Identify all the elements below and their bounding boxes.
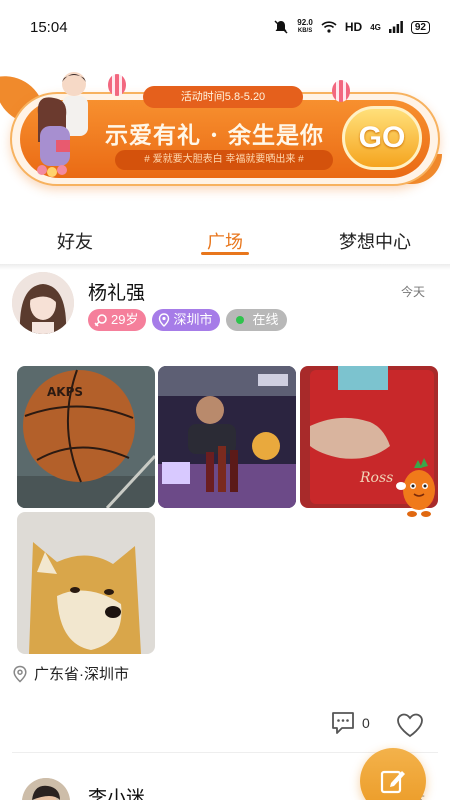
network-speed-unit: KB/S [297, 28, 313, 34]
banner-headline: 示爱有礼 · 余生是你 [105, 122, 325, 149]
carrot-mascot-icon[interactable] [396, 456, 442, 520]
gender-icon [94, 314, 107, 327]
hd-label: HD [344, 20, 363, 34]
online-tag-label: 在线 [252, 312, 279, 327]
mute-bell-icon [274, 20, 288, 34]
compose-button[interactable] [360, 748, 426, 800]
post-location-label: 广东省·深圳市 [34, 666, 129, 683]
tab-dream-center[interactable]: 梦想中心 [300, 218, 450, 264]
signal-label: 4G [370, 22, 381, 32]
tab-friends[interactable]: 好友 [0, 218, 150, 264]
comment-button[interactable]: 0 [330, 710, 370, 736]
svg-text:Ross: Ross [359, 470, 393, 486]
banner-go-button[interactable]: GO [342, 106, 422, 170]
avatar[interactable] [12, 272, 74, 334]
age-tag: 29岁 [88, 309, 147, 331]
post-username[interactable]: 杨礼强 [88, 278, 145, 305]
heart-icon[interactable] [396, 712, 424, 738]
balloon-icon [332, 80, 350, 102]
avatar[interactable] [22, 778, 70, 800]
battery-indicator: 92 [410, 20, 430, 34]
signal-bars-icon [388, 21, 403, 33]
status-bar: 15:04 92.0 KB/S HD 4G 92 [0, 0, 450, 54]
tab-bar-divider [0, 264, 450, 270]
tab-bar: 好友 广场 梦想中心 [0, 218, 450, 264]
post-location: 广东省·深圳市 [12, 663, 129, 684]
online-tag: 在线 [226, 309, 287, 331]
comment-count: 0 [362, 715, 370, 731]
tab-square[interactable]: 广场 [150, 218, 300, 264]
post-photo-basketball[interactable]: AKPS [17, 366, 155, 508]
city-tag-label: 深圳市 [173, 312, 213, 327]
banner-subline: # 爱就要大胆表白 幸福就要晒出来 # [115, 150, 333, 170]
post-timestamp: 今天 [400, 285, 425, 299]
promo-banner[interactable]: 活动时间5.8-5.20 示爱有礼 · 余生是你 # 爱就要大胆表白 幸福就要晒… [0, 62, 450, 197]
avatar-image [12, 272, 74, 334]
avatar-image [22, 778, 70, 800]
comment-icon[interactable] [330, 710, 356, 736]
balloon-icon [108, 74, 126, 96]
edit-icon [380, 770, 405, 794]
status-time: 15:04 [30, 18, 68, 36]
svg-text:AKPS: AKPS [47, 385, 83, 399]
couple-illustration-icon [37, 72, 88, 177]
location-pin-icon [13, 665, 27, 682]
location-pin-icon [159, 313, 170, 327]
post-photo-bar[interactable] [158, 366, 296, 508]
status-icons: 92.0 KB/S HD 4G 92 [273, 19, 430, 35]
post-username[interactable]: 李小迷 [88, 783, 145, 800]
post-photo-doge[interactable] [17, 512, 155, 654]
network-speed-value: 92.0 [297, 18, 313, 27]
network-speed: 92.0 KB/S [297, 19, 313, 35]
online-dot-icon [236, 316, 245, 324]
city-tag: 深圳市 [152, 309, 221, 331]
age-tag-label: 29岁 [111, 312, 139, 327]
wifi-icon [321, 21, 337, 33]
banner-period: 活动时间5.8-5.20 [143, 86, 303, 108]
user-tags: 29岁 深圳市 在线 [88, 309, 287, 331]
